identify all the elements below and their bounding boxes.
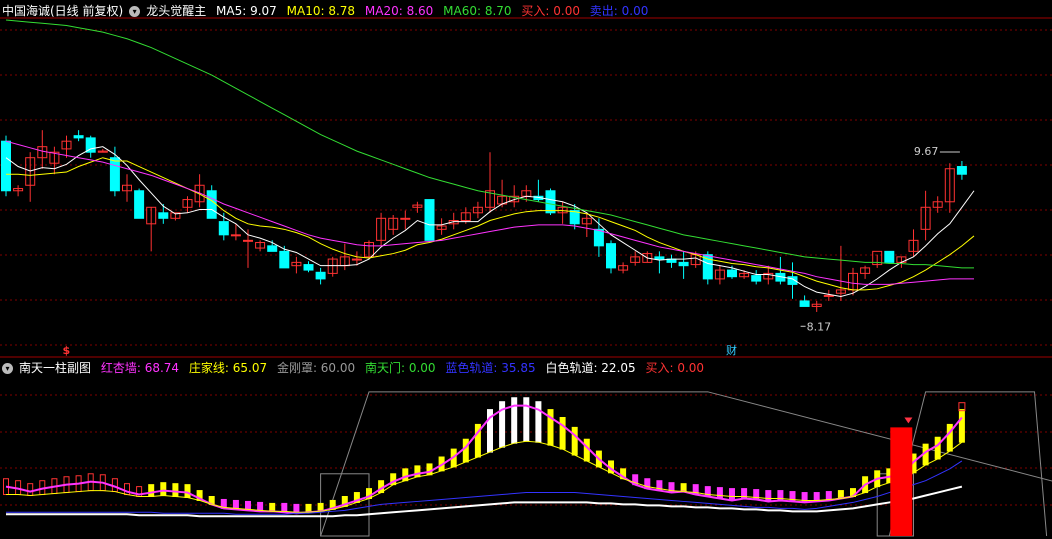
wall-stripe: [547, 409, 554, 446]
candle-body: [134, 190, 145, 219]
sub-panel: [3, 391, 1052, 537]
candle-body: [545, 190, 556, 214]
candle-body: [424, 199, 435, 241]
chart-canvas[interactable]: 9.67 8.17 $ 财: [0, 0, 1052, 539]
wall-stripe: [559, 417, 566, 450]
candle-body: [823, 294, 834, 297]
wall-stripe: [765, 490, 772, 502]
wall-stripe: [523, 397, 530, 442]
candle-body: [267, 245, 278, 252]
candle-body: [158, 212, 169, 219]
candle-body: [727, 269, 737, 278]
wall-stripe: [729, 488, 735, 501]
wall-stripe: [305, 503, 312, 513]
candle-body: [218, 221, 229, 236]
candle-body: [351, 258, 362, 261]
candle-body: [654, 256, 665, 260]
candle-body: [678, 261, 689, 267]
candle-body: [606, 243, 616, 269]
wall-stripe: [511, 397, 518, 444]
candle-body: [279, 250, 290, 269]
low-price-label: 8.17: [807, 320, 832, 333]
wall-stripe: [462, 438, 469, 463]
wall-stripe: [934, 436, 941, 460]
candle-body: [109, 157, 120, 192]
candle-body: [206, 190, 217, 219]
candle-body: [751, 275, 762, 282]
wall-stripe: [184, 484, 191, 498]
candle-body: [1, 140, 11, 192]
main-panel: [1, 19, 975, 327]
wall-stripe: [269, 502, 276, 512]
wall-stripe: [160, 482, 167, 497]
candle-body: [230, 234, 241, 237]
wall-stripe: [148, 484, 155, 497]
wall-stripe: [426, 463, 433, 476]
diamond-icon: [904, 417, 913, 424]
candle-body: [400, 217, 411, 220]
wall-stripe: [27, 483, 34, 497]
s-marker: $: [63, 344, 71, 357]
candle-body: [243, 239, 253, 242]
wall-stripe: [680, 483, 687, 493]
wall-stripe: [946, 423, 953, 452]
cai-marker: 财: [726, 343, 737, 357]
wall-stripe: [535, 401, 542, 443]
buy-signal-bar: [890, 427, 913, 536]
wall-stripe: [958, 409, 965, 443]
candle-body: [73, 135, 84, 139]
high-price-label: 9.67: [914, 145, 939, 158]
candle-body: [884, 250, 895, 263]
candle-body: [956, 166, 967, 175]
candle-body: [315, 271, 326, 280]
wall-stripe: [571, 426, 578, 456]
candle-body: [303, 264, 314, 271]
wall-stripe: [172, 483, 179, 498]
wall-stripe: [716, 487, 723, 499]
candle-body: [799, 300, 810, 307]
wall-stripe: [402, 468, 409, 482]
